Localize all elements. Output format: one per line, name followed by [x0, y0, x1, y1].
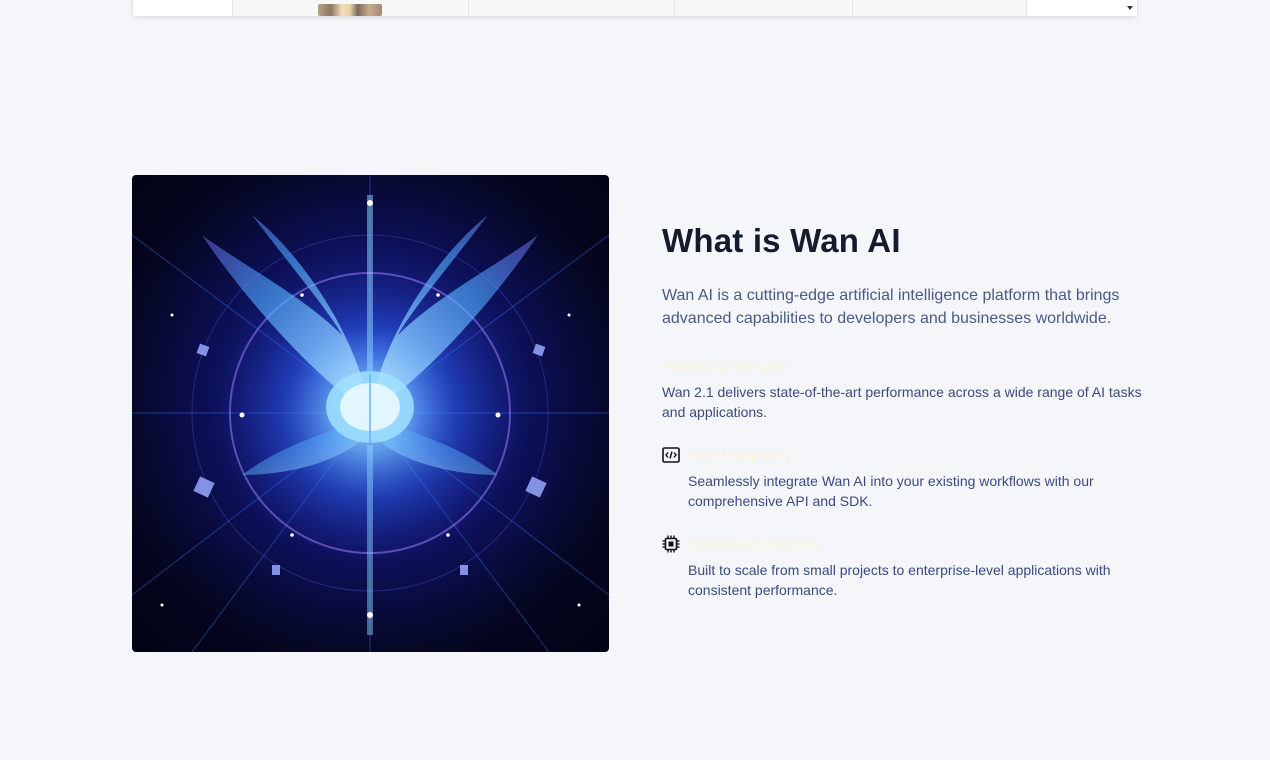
table-cell [853, 0, 1027, 16]
feature-description: Seamlessly integrate Wan AI into your ex… [688, 473, 1094, 509]
chip-icon [662, 535, 680, 553]
code-icon [662, 446, 680, 464]
scroll-down-icon[interactable] [1127, 6, 1133, 10]
about-section: What is Wan AI Wan AI is a cutting-edge … [662, 222, 1142, 600]
table-cell [233, 0, 469, 16]
table-cell [1027, 0, 1137, 16]
feature-title: Powerful & Versatile [662, 358, 788, 374]
feature-item: Powerful & Versatile Wan 2.1 delivers st… [662, 356, 1142, 422]
thumbnail-image[interactable] [318, 4, 382, 16]
section-description: Wan AI is a cutting-edge artificial inte… [662, 287, 1120, 327]
table-cell [675, 0, 853, 16]
table-cell [469, 0, 675, 16]
feature-title: Scalable Architecture [688, 536, 820, 552]
feature-item: Scalable Architecture Built to scale fro… [662, 534, 1142, 600]
feature-description: Built to scale from small projects to en… [688, 562, 1111, 598]
comparison-table-bottom [132, 0, 1138, 17]
table-cell [133, 0, 233, 16]
feature-description: Wan 2.1 delivers state-of-the-art perfor… [662, 384, 1142, 420]
feature-title: Easy Integration [688, 447, 790, 463]
section-title: What is Wan AI [662, 222, 901, 259]
feature-item: Easy Integration Seamlessly integrate Wa… [662, 445, 1142, 511]
hero-illustration [132, 175, 609, 652]
brain-butterfly-illustration [132, 175, 609, 652]
